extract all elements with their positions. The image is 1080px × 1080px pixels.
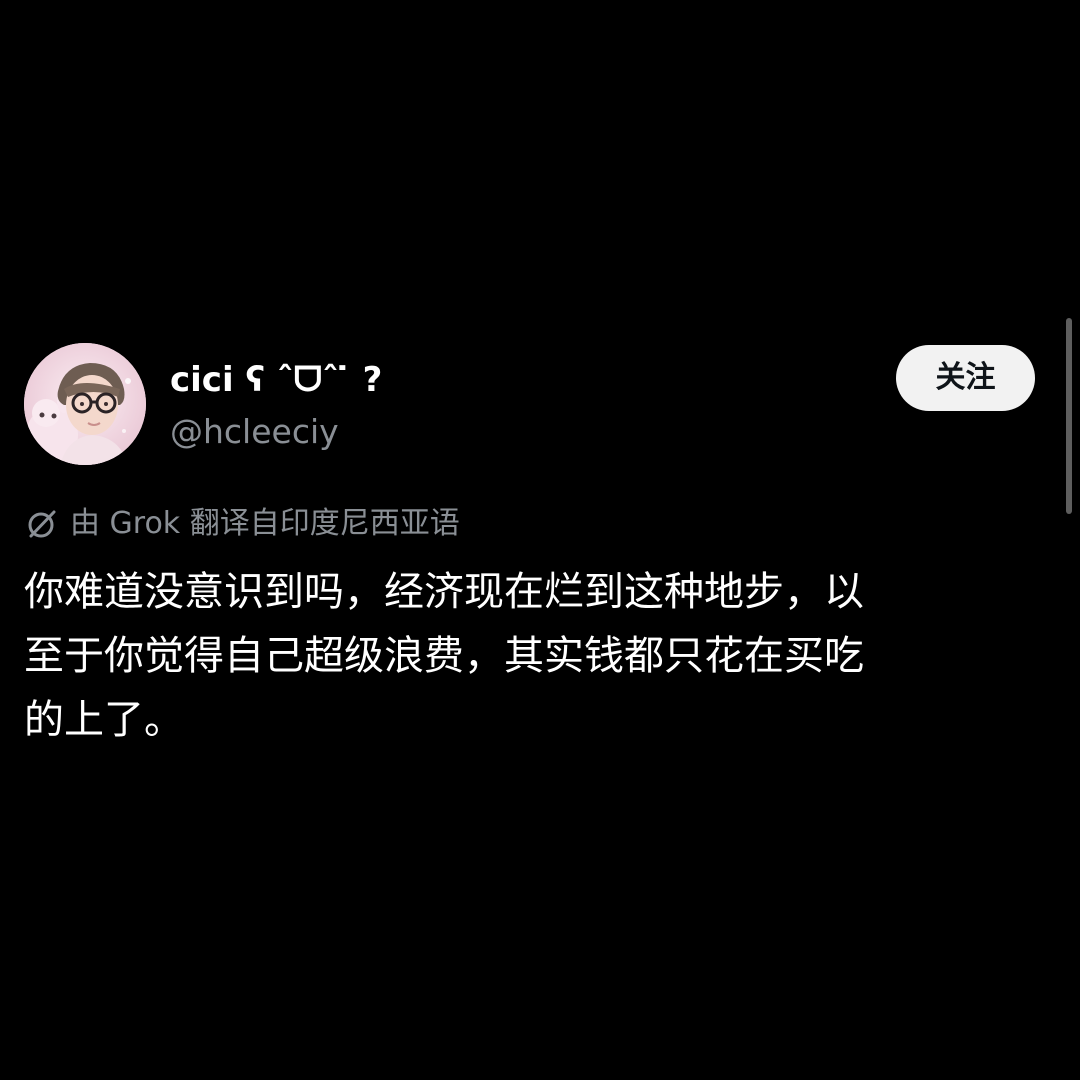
follow-button[interactable]: 关注 <box>896 345 1035 411</box>
author-display-name[interactable]: cici ʕ ˆᗜˆ ̇ ? <box>170 356 382 404</box>
post-body: 你难道没意识到吗，经济现在烂到这种地步，以 至于你觉得自己超级浪费，其实钱都只花… <box>24 560 1024 752</box>
grok-icon <box>24 506 60 542</box>
post-text-line: 你难道没意识到吗，经济现在烂到这种地步，以 <box>24 569 864 615</box>
avatar-photo-icon <box>24 343 146 465</box>
scrollbar[interactable] <box>1066 318 1072 514</box>
translation-notice[interactable]: 由 Grok 翻译自印度尼西亚语 <box>24 502 460 546</box>
author-handle[interactable]: @hcleeciy <box>170 410 339 454</box>
post-text-line: 的上了。 <box>24 697 184 743</box>
translation-notice-text: 由 Grok 翻译自印度尼西亚语 <box>70 506 460 541</box>
post-screen: cici ʕ ˆᗜˆ ̇ ? @hcleeciy 关注 由 Grok 翻译自印度… <box>0 0 1080 1080</box>
post-text-line: 至于你觉得自己超级浪费，其实钱都只花在买吃 <box>24 633 864 679</box>
avatar[interactable] <box>24 343 146 465</box>
